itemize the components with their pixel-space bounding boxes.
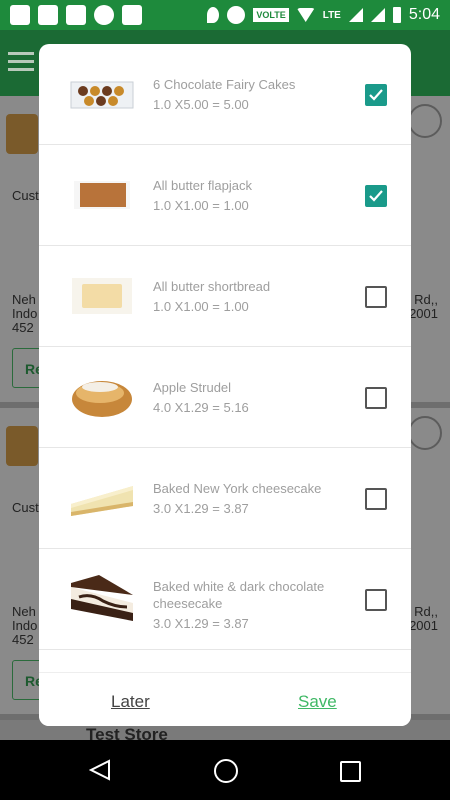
item-row[interactable]: 6 Chocolate Fairy Cakes 1.0 X5.00 = 5.00 (39, 44, 411, 145)
shortbread-image (69, 266, 135, 326)
item-price-calculation: 1.0 X1.00 = 1.00 (153, 198, 249, 213)
item-row[interactable]: Baked New York cheesecake 3.0 X1.29 = 3.8… (39, 448, 411, 549)
flapjack-image (69, 165, 135, 225)
status-bar-notifications (10, 5, 142, 25)
address-line: Neh (12, 604, 36, 619)
item-price-calculation: 4.0 X1.29 = 5.16 (153, 400, 249, 415)
item-checkbox[interactable] (365, 84, 387, 106)
card-action-button[interactable]: Re (12, 348, 43, 388)
save-button[interactable]: Save (298, 692, 337, 712)
customer-label: Cust (12, 188, 39, 203)
item-row[interactable]: All butter flapjack 1.0 X1.00 = 1.00 (39, 145, 411, 246)
battery-charging-icon (392, 7, 401, 23)
cheesecake-image (69, 468, 135, 528)
check-circle-icon (408, 104, 442, 138)
gallery-icon (122, 5, 142, 25)
address-line: 452 (12, 320, 34, 335)
item-row[interactable]: Baked white & dark chocolate cheesecake 3… (39, 549, 411, 650)
item-price-calculation: 1.0 X5.00 = 5.00 (153, 97, 249, 112)
chocolate-cheesecake-image (69, 569, 135, 629)
menu-icon[interactable] (8, 52, 34, 76)
clock: 5:04 (408, 6, 440, 23)
item-checkbox[interactable] (365, 185, 387, 207)
dialog-footer: Later Save (39, 672, 411, 726)
status-bar: VOLTE LTE 5:04 (0, 0, 450, 30)
item-name: Baked New York cheesecake (153, 481, 322, 496)
wifi-icon (296, 8, 315, 22)
notification-icon (66, 5, 86, 25)
item-checkbox[interactable] (365, 589, 387, 611)
address-line: Rd,, (414, 292, 438, 307)
item-checkbox[interactable] (365, 286, 387, 308)
check-circle-icon (408, 416, 442, 450)
back-icon[interactable] (89, 759, 111, 781)
customer-label: Cust (12, 500, 39, 515)
item-price-calculation: 3.0 X1.29 = 3.87 (153, 501, 249, 516)
volte-badge: VOLTE (253, 8, 289, 22)
address-line: Neh (12, 292, 36, 307)
signal-icon (348, 8, 363, 22)
navigation-bar (0, 740, 450, 800)
item-checkbox[interactable] (365, 488, 387, 510)
card-action-button[interactable]: Re (12, 660, 43, 700)
item-name: All butter shortbread (153, 279, 271, 294)
home-icon[interactable] (214, 759, 238, 783)
cupcakes-box-image (69, 64, 135, 124)
messages-icon (10, 5, 30, 25)
item-name: Apple Strudel (153, 380, 232, 395)
address-line: 2001 (409, 306, 438, 321)
alarm-icon (227, 6, 246, 24)
item-row[interactable]: Apple Strudel 4.0 X1.29 = 5.16 (39, 347, 411, 448)
notification-icon (38, 5, 58, 25)
store-thumbnail (6, 426, 38, 466)
address-line: Indo (12, 618, 38, 633)
item-price-calculation: 1.0 X1.00 = 1.00 (153, 299, 249, 314)
item-selection-dialog: 6 Chocolate Fairy Cakes 1.0 X5.00 = 5.00 A… (39, 44, 411, 726)
item-name: 6 Chocolate Fairy Cakes (153, 77, 296, 92)
strudel-image (69, 367, 135, 427)
status-bar-system: VOLTE LTE 5:04 (207, 6, 440, 24)
address-line: 2001 (409, 618, 438, 633)
address-line: Rd,, (414, 604, 438, 619)
item-price-calculation: 3.0 X1.29 = 3.87 (153, 616, 249, 631)
address-line: 452 (12, 632, 34, 647)
store-thumbnail (6, 114, 38, 154)
item-name: Baked white & dark chocolate cheesecake (153, 579, 325, 611)
signal-icon (370, 8, 385, 22)
item-name: All butter flapjack (153, 178, 252, 193)
checkmark-icon (369, 89, 383, 101)
item-list[interactable]: 6 Chocolate Fairy Cakes 1.0 X5.00 = 5.00 A… (39, 44, 411, 672)
later-button[interactable]: Later (111, 692, 150, 712)
location-icon (207, 7, 220, 23)
address-line: Indo (12, 306, 38, 321)
checkmark-icon (369, 190, 383, 202)
skype-icon (94, 5, 114, 25)
item-checkbox[interactable] (365, 387, 387, 409)
item-row[interactable]: All butter shortbread 1.0 X1.00 = 1.00 (39, 246, 411, 347)
network-type: LTE (322, 9, 341, 21)
recent-apps-icon[interactable] (340, 761, 361, 782)
